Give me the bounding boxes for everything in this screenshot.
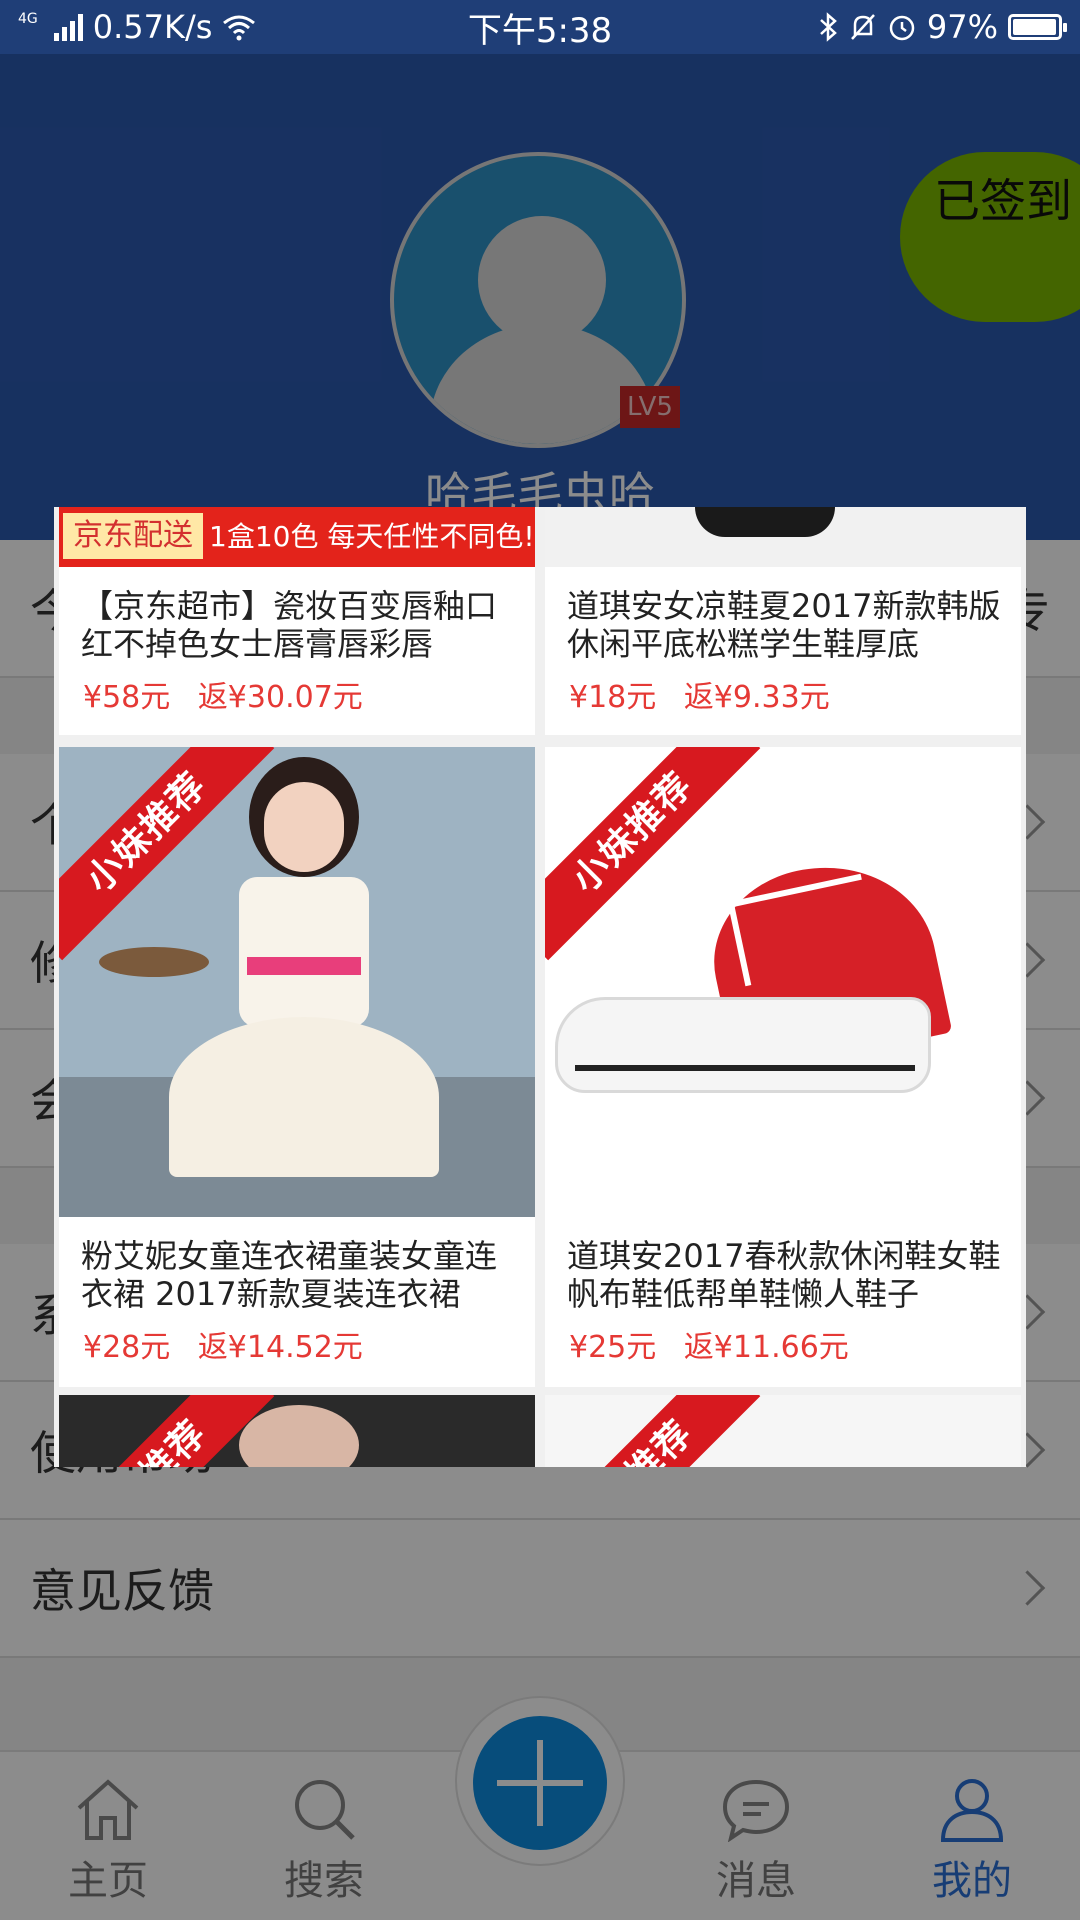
product-card[interactable]: 小妹推荐 [59, 1395, 535, 1467]
battery-percent: 97% [926, 8, 998, 46]
jd-delivery-tag: 京东配送 [63, 513, 203, 559]
shoe-image-partial [545, 507, 1021, 567]
bell-mute-icon [850, 14, 875, 40]
product-price-row: ¥18元 返¥9.33元 [569, 672, 848, 716]
product-card[interactable]: 小妹推荐 道琪安2017春秋款休闲鞋女鞋帆布鞋低帮单鞋懒人鞋子 ¥25元 返¥1… [545, 747, 1021, 1387]
status-bar: 4G 0.57K/s 下午5:38 97% [0, 0, 1080, 54]
product-rebate: 返¥14.52元 [197, 1330, 363, 1365]
wifi-icon [223, 15, 256, 41]
product-card[interactable]: 小妹推荐 [545, 1395, 1021, 1467]
status-time: 下午5:38 [467, 10, 613, 51]
jd-banner: 京东配送 1盒10色 每天任性不同色! [59, 507, 535, 567]
product-rebate: 返¥30.07元 [197, 680, 363, 715]
status-right: 97% [817, 8, 1067, 46]
alarm-icon [889, 15, 915, 41]
product-price: ¥58元 [83, 680, 171, 715]
product-title: 粉艾妮女童连衣裙童装女童连衣裙 2017新款夏装连衣裙 [81, 1237, 498, 1313]
product-price: ¥18元 [569, 680, 657, 715]
signal-icon [53, 13, 83, 41]
network-type: 4G [18, 11, 38, 27]
product-price: ¥28元 [83, 1330, 171, 1365]
battery-icon [1008, 14, 1067, 40]
product-price-row: ¥58元 返¥30.07元 [83, 672, 381, 716]
product-rebate: 返¥11.66元 [683, 1330, 849, 1365]
jd-banner-text: 1盒10色 每天任性不同色! [209, 520, 535, 553]
product-card[interactable]: 道琪安女凉鞋夏2017新款韩版休闲平底松糕学生鞋厚底 ¥18元 返¥9.33元 [545, 507, 1021, 735]
product-price: ¥25元 [569, 1330, 657, 1365]
product-price-row: ¥25元 返¥11.66元 [569, 1322, 867, 1366]
bluetooth-icon [820, 12, 837, 42]
product-title: 道琪安2017春秋款休闲鞋女鞋帆布鞋低帮单鞋懒人鞋子 [567, 1237, 1001, 1313]
network-speed: 0.57K/s [92, 8, 213, 46]
product-price-row: ¥28元 返¥14.52元 [83, 1322, 381, 1366]
product-card[interactable]: 京东配送 1盒10色 每天任性不同色! 【京东超市】瓷妆百变唇釉口红不掉色女士唇… [59, 507, 535, 735]
product-title: 道琪安女凉鞋夏2017新款韩版休闲平底松糕学生鞋厚底 [567, 587, 1001, 663]
status-left: 4G 0.57K/s [18, 8, 256, 46]
product-card[interactable]: 小妹推荐 粉艾妮女童连衣裙童装女童连衣裙 2017新款夏装连衣裙 ¥28元 返¥… [59, 747, 535, 1387]
product-title: 【京东超市】瓷妆百变唇釉口红不掉色女士唇膏唇彩唇 [81, 587, 498, 663]
product-rebate: 返¥9.33元 [683, 680, 830, 715]
product-popup: 京东配送 1盒10色 每天任性不同色! 【京东超市】瓷妆百变唇釉口红不掉色女士唇… [54, 507, 1026, 1467]
